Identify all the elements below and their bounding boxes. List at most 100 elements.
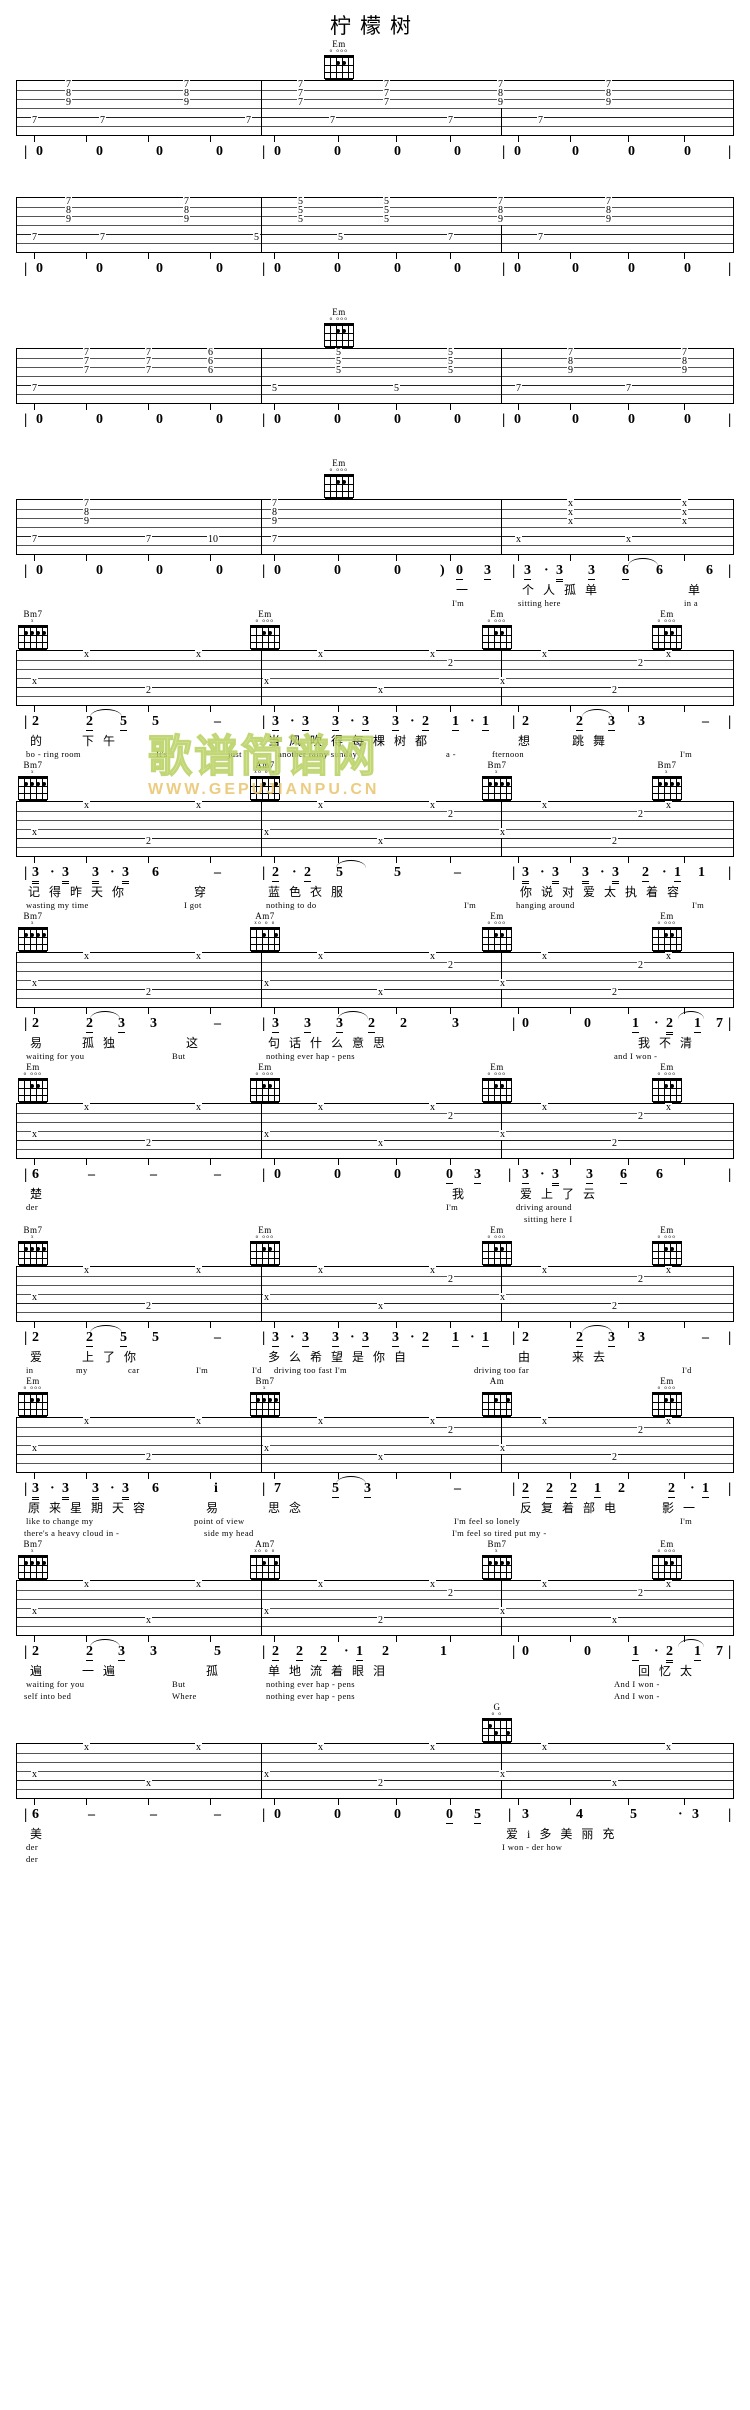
note-stem [86, 1008, 87, 1014]
lyric-english: hanging around [516, 900, 575, 910]
chord-name: Bm7 [657, 760, 677, 770]
note-stem [34, 136, 35, 142]
tab-fret-number: 5 [253, 232, 260, 243]
chord-diagram-bm7: Bm7 x [16, 761, 50, 801]
notation-symbol: 0 [36, 412, 43, 427]
note-stem [274, 1322, 275, 1328]
note-stem [86, 253, 87, 259]
chord-diagram-row: Bm7 x Am7 xo o o Bm7 x Bm7 x [0, 761, 750, 801]
lyric-english: nothing to do [266, 900, 317, 910]
chord-diagram-em: Em o ooo [248, 1063, 282, 1103]
note-stem [684, 555, 685, 561]
chord-fret-grid [652, 927, 682, 952]
notation-symbol: | [728, 1807, 732, 1823]
tab-staff: 789777897777777778977789 [16, 80, 734, 142]
numbered-notation-row: | 2 2 3 3 5 | 2 2 2 · 1 2 1 | 0 0 1 · 2 1 7 | [16, 1639, 734, 1664]
lyric-english: point of view [194, 1516, 245, 1526]
chord-name: Em [660, 1062, 674, 1072]
notation-symbol: 3 [272, 714, 279, 731]
tab-fret-number: x [263, 1292, 270, 1303]
tab-fret-number: x [429, 1742, 436, 1753]
tab-fret-number: 2 [447, 1588, 454, 1599]
notation-symbol: 3 [272, 1330, 279, 1347]
lyric-english: driving too fast I'm [274, 1365, 348, 1375]
notation-symbol: | [728, 1016, 732, 1032]
tab-fret-number: x [377, 987, 384, 998]
notation-symbol: 0 [36, 261, 43, 276]
staff-system: Bm7 x Em o ooo Em o ooo Em o ooo 2 2 x x x x x x x x x 2 x 2 |… [0, 1226, 750, 1377]
notation-symbol: 0 [334, 563, 341, 578]
notation-symbol: 4 [576, 1807, 583, 1822]
lyric-chinese: 楚 [30, 1187, 46, 1201]
notation-symbol: · [50, 1481, 55, 1496]
notation-symbol: 7 [716, 1016, 723, 1031]
notation-symbol: – [88, 1807, 95, 1822]
note-stem [628, 1159, 629, 1165]
notation-symbol: | [24, 563, 28, 579]
notation-symbol: – [454, 1481, 461, 1496]
numbered-notation-row: | 0 0 0 0 | 0 0 0 0 | 0 0 0 0 | [16, 144, 734, 164]
tab-fret-number: 2 [611, 1138, 618, 1149]
note-stem [86, 1799, 87, 1805]
lyric-chinese: 由 [518, 1350, 534, 1364]
tab-fret-number: x [429, 1416, 436, 1427]
note-stem [338, 1799, 339, 1805]
tab-fret-number: x [515, 534, 522, 545]
tab-fret-number: 7 [625, 383, 632, 394]
notation-symbol: – [214, 1016, 221, 1031]
lyric-english: It's [156, 749, 168, 759]
chord-diagram-row: Bm7 x Em o ooo Em o ooo Em o ooo [0, 610, 750, 650]
tab-fret-number: 7 [447, 232, 454, 243]
tab-staff-lines: 22xxxxxxxxx2x2 [16, 801, 734, 857]
staff-system: Bm7 x Am7 xo o o Em o ooo Em o ooo 2 2 x x x x x x x x x 2 x… [0, 912, 750, 1063]
chord-name: Am7 [255, 911, 275, 921]
tab-fret-number: x [83, 951, 90, 962]
numbered-notation-row: | 6 – – – | 0 0 0 0 5 | 3 4 5 · 3 | [16, 1807, 734, 1827]
notation-symbol: | [262, 1016, 266, 1032]
notation-symbol: 2 [368, 1016, 375, 1033]
notation-symbol: · [540, 1167, 545, 1182]
chord-name: Bm7 [23, 1539, 43, 1549]
tab-fret-number: 2 [447, 960, 454, 971]
staff-system: Em o ooo Bm7 x Am Em o ooo 2 2 x x x x x x x x x 2 x 2 | 3 · 3 3 ·… [0, 1377, 750, 1540]
tab-fret-number: x [83, 1102, 90, 1113]
note-stem [34, 857, 35, 863]
notation-symbol: 0 [514, 261, 521, 276]
notation-symbol: 3 [612, 865, 619, 884]
lyric-chinese: 上 了 你 [82, 1350, 140, 1364]
notation-symbol: | [728, 261, 732, 277]
tab-fret-number: x [611, 1778, 618, 1789]
notation-symbol: | [262, 563, 266, 579]
note-stem [450, 404, 451, 410]
chord-diagram-row: Em o ooo Em o ooo Em o ooo Em o ooo [0, 1063, 750, 1103]
notation-symbol: 3 [362, 714, 369, 731]
notation-symbol: | [512, 563, 516, 579]
lyric-english: I won - der how [502, 1842, 563, 1852]
numbered-notation-row: | 3 · 3 3 · 3 6 i | 7 5 3– | 2 2 2 1 2 2 · 1 | [16, 1476, 734, 1501]
note-stem [396, 253, 397, 259]
lyric-english: der [26, 1854, 39, 1864]
tab-fret-number: 2 [447, 1425, 454, 1436]
notation-symbol: 3 [692, 1807, 699, 1822]
tab-fret-number: 7 [383, 97, 390, 108]
note-stem [518, 1636, 519, 1642]
lyric-english: I'm [692, 900, 705, 910]
lyric-english: driving too far [474, 1365, 530, 1375]
tab-fret-number: 7 [145, 365, 152, 376]
notation-symbol: 7 [716, 1644, 723, 1659]
notation-symbol: | [502, 144, 506, 160]
notation-symbol: | [502, 261, 506, 277]
notation-symbol: · [344, 1644, 349, 1659]
note-stem [628, 1636, 629, 1642]
tab-fret-number: x [83, 1265, 90, 1276]
notation-symbol: 3 [452, 1016, 459, 1031]
notation-symbol: 0 [394, 144, 401, 159]
tab-fret-number: 5 [383, 214, 390, 225]
note-stem [34, 1159, 35, 1165]
notation-symbol: 3 [392, 1330, 399, 1347]
lyric-english: in [26, 1365, 34, 1375]
notation-symbol: | [24, 261, 28, 277]
tab-fret-number: x [195, 951, 202, 962]
lyric-english: nothing ever hap - pens [266, 1691, 355, 1701]
chord-name: Bm7 [487, 1539, 507, 1549]
